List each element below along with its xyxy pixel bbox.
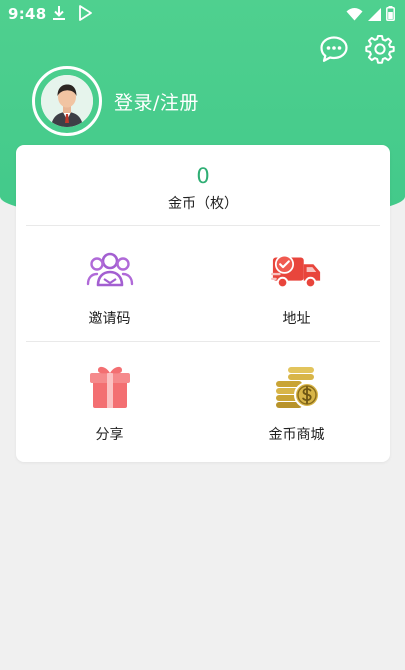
avatar-person-icon <box>41 75 93 127</box>
coin-stack-icon <box>271 364 323 410</box>
coin-mall-button[interactable]: 金币商城 <box>203 342 390 458</box>
settings-button[interactable] <box>365 34 395 68</box>
invite-code-label: 邀请码 <box>88 311 131 327</box>
status-time: 9:48 <box>8 5 47 23</box>
avatar-ring <box>32 66 102 136</box>
status-bar: 9:48 <box>0 0 405 28</box>
coin-label: 金币（枚） <box>168 196 238 212</box>
chat-bubble-button[interactable] <box>319 36 349 66</box>
share-label: 分享 <box>95 427 124 443</box>
address-label: 地址 <box>282 311 311 327</box>
gift-icon <box>84 364 136 410</box>
coin-mall-label: 金币商城 <box>268 427 325 443</box>
wifi-icon <box>346 7 363 25</box>
settings-gear-icon <box>365 34 395 68</box>
download-icon <box>52 5 66 25</box>
share-button[interactable]: 分享 <box>16 342 203 458</box>
play-store-icon <box>78 5 92 25</box>
coin-summary[interactable]: 0 金币（枚） <box>16 145 390 225</box>
invite-code-button[interactable]: 邀请码 <box>16 226 203 342</box>
login-register-label: 登录/注册 <box>114 91 199 114</box>
coin-count: 0 <box>196 164 210 188</box>
avatar <box>41 75 93 127</box>
delivery-truck-icon <box>270 248 323 294</box>
users-icon <box>84 248 136 294</box>
chat-bubble-icon <box>319 35 349 67</box>
signal-icon <box>368 7 381 25</box>
battery-icon <box>386 6 395 25</box>
address-button[interactable]: 地址 <box>203 226 390 342</box>
login-register-link[interactable]: 登录/注册 <box>32 66 199 136</box>
main-card: 0 金币（枚） 邀请码 地址 分享 金币商城 <box>16 145 390 462</box>
